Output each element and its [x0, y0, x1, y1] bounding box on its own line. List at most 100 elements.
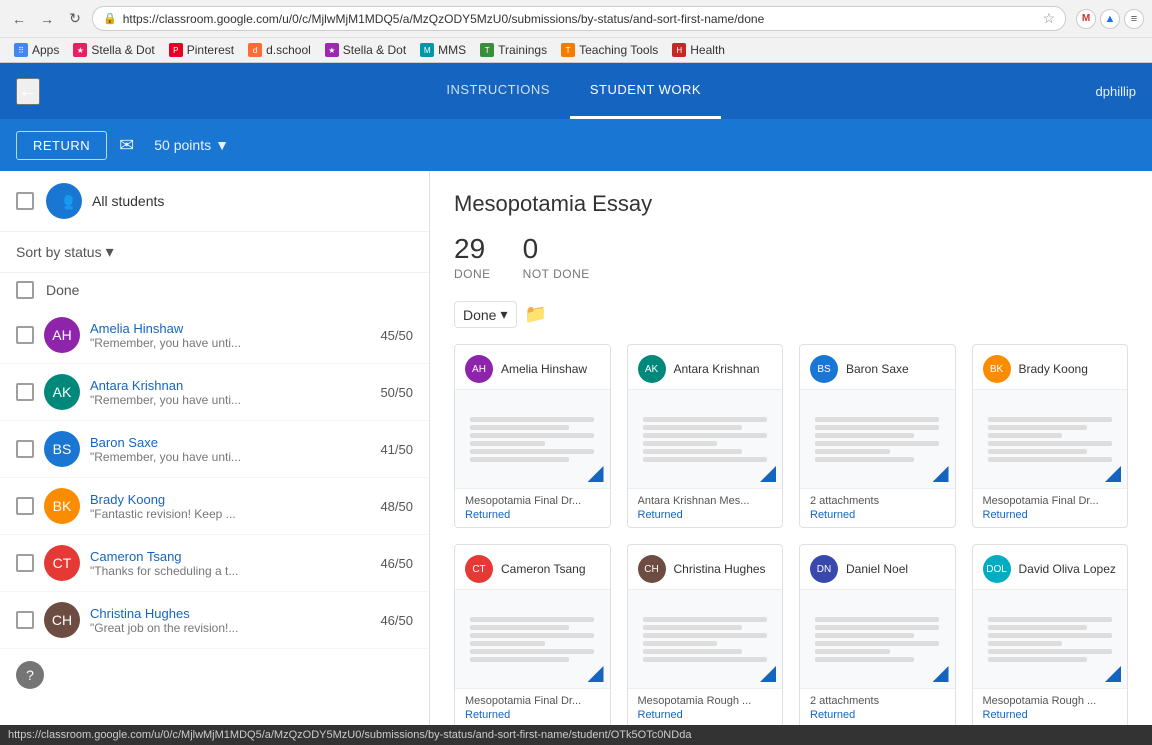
doc-line [643, 425, 742, 430]
submission-card-1[interactable]: AK Antara Krishnan Ant [627, 344, 784, 528]
bookmark-health-label: Health [690, 43, 725, 57]
sort-dropdown-icon[interactable]: ▾ [106, 242, 114, 262]
trainings-icon: T [480, 43, 494, 57]
student-name-0[interactable]: Amelia Hinshaw [90, 321, 183, 336]
corner-tag-4 [588, 666, 604, 682]
back-button[interactable]: ← [8, 8, 30, 30]
student-checkbox-0[interactable] [16, 326, 34, 344]
student-name-4[interactable]: Cameron Tsang [90, 549, 182, 564]
points-info: 50 points ▼ [154, 137, 229, 153]
student-row[interactable]: BS Baron Saxe "Remember, you have unti..… [0, 421, 429, 478]
student-row[interactable]: CH Christina Hughes "Great job on the re… [0, 592, 429, 649]
address-bar[interactable]: 🔒 https://classroom.google.com/u/0/c/Mjl… [92, 6, 1066, 31]
forward-button[interactable]: → [36, 8, 58, 30]
doc-line [988, 649, 1112, 654]
bookmark-health[interactable]: H Health [666, 41, 731, 59]
bookmark-star-icon[interactable]: ☆ [1042, 10, 1055, 27]
card-status-3: Returned [983, 509, 1118, 521]
doc-line [643, 625, 742, 630]
corner-tag-6 [933, 666, 949, 682]
student-checkbox-4[interactable] [16, 554, 34, 572]
student-comment-3: "Fantastic revision! Keep ... [90, 507, 372, 521]
card-student-name-2: Baron Saxe [846, 362, 909, 376]
doc-line [815, 649, 889, 654]
bookmark-mms[interactable]: M MMS [414, 41, 472, 59]
student-row[interactable]: AK Antara Krishnan "Remember, you have u… [0, 364, 429, 421]
student-comment-4: "Thanks for scheduling a t... [90, 564, 372, 578]
doc-line [988, 617, 1112, 622]
submission-card-7[interactable]: DOL David Oliva Lopez [972, 544, 1129, 725]
student-info-0: Amelia Hinshaw "Remember, you have unti.… [90, 321, 372, 350]
app-header: ← INSTRUCTIONS STUDENT WORK dphillip [0, 63, 1152, 119]
bookmark-trainings[interactable]: T Trainings [474, 41, 553, 59]
points-dropdown-icon[interactable]: ▼ [215, 137, 229, 153]
email-button[interactable]: ✉ [119, 135, 134, 156]
card-student-name-4: Cameron Tsang [501, 562, 586, 576]
nav-instructions[interactable]: INSTRUCTIONS [426, 63, 570, 119]
doc-line [988, 633, 1112, 638]
student-name-5[interactable]: Christina Hughes [90, 606, 190, 621]
folder-icon[interactable]: 📁 [525, 304, 547, 325]
card-header-1: AK Antara Krishnan [628, 345, 783, 389]
all-students-checkbox[interactable] [16, 192, 34, 210]
student-info-4: Cameron Tsang "Thanks for scheduling a t… [90, 549, 372, 578]
bookmark-dschool[interactable]: d d.school [242, 41, 317, 59]
student-checkbox-3[interactable] [16, 497, 34, 515]
submission-card-2[interactable]: BS Baron Saxe 2 attach [799, 344, 956, 528]
bookmark-stella1[interactable]: ★ Stella & Dot [67, 41, 160, 59]
doc-line [470, 417, 594, 422]
student-checkbox-5[interactable] [16, 611, 34, 629]
student-name-3[interactable]: Brady Koong [90, 492, 165, 507]
student-name-2[interactable]: Baron Saxe [90, 435, 158, 450]
card-status-6: Returned [810, 709, 945, 721]
nav-student-work[interactable]: STUDENT WORK [570, 63, 721, 119]
reload-button[interactable]: ↻ [64, 8, 86, 30]
gmail-icon[interactable]: M [1076, 9, 1096, 29]
status-url: https://classroom.google.com/u/0/c/MjlwM… [8, 729, 691, 741]
doc-line [815, 441, 939, 446]
back-to-classwork-button[interactable]: ← [16, 78, 40, 105]
student-row[interactable]: BK Brady Koong "Fantastic revision! Keep… [0, 478, 429, 535]
bookmark-teaching-label: Teaching Tools [579, 43, 658, 57]
bookmarks-bar: ⠿ Apps ★ Stella & Dot P Pinterest d d.sc… [0, 37, 1152, 62]
card-avatar-6: DN [810, 555, 838, 583]
student-checkbox-2[interactable] [16, 440, 34, 458]
return-button[interactable]: RETURN [16, 131, 107, 160]
card-avatar-0: AH [465, 355, 493, 383]
card-header-6: DN Daniel Noel [800, 545, 955, 589]
card-filename-7: Mesopotamia Rough ... [983, 695, 1118, 707]
submission-card-5[interactable]: CH Christina Hughes Me [627, 544, 784, 725]
done-section-label: Done [46, 282, 79, 298]
done-label: DONE [454, 267, 491, 281]
help-button[interactable]: ? [16, 661, 44, 689]
card-footer-0: Mesopotamia Final Dr... Returned [455, 489, 610, 527]
card-footer-2: 2 attachments Returned [800, 489, 955, 527]
card-header-3: BK Brady Koong [973, 345, 1128, 389]
student-row[interactable]: CT Cameron Tsang "Thanks for scheduling … [0, 535, 429, 592]
done-section-checkbox[interactable] [16, 281, 34, 299]
extensions-icon[interactable]: ≡ [1124, 9, 1144, 29]
doc-line [643, 433, 767, 438]
submission-card-6[interactable]: DN Daniel Noel 2 attac [799, 544, 956, 725]
submission-card-4[interactable]: CT Cameron Tsang Mesop [454, 544, 611, 725]
bookmark-teaching[interactable]: T Teaching Tools [555, 41, 664, 59]
card-preview-6 [800, 589, 955, 689]
student-name-1[interactable]: Antara Krishnan [90, 378, 183, 393]
card-student-name-7: David Oliva Lopez [1019, 562, 1116, 576]
bookmark-stella2[interactable]: ★ Stella & Dot [319, 41, 412, 59]
student-info-1: Antara Krishnan "Remember, you have unti… [90, 378, 372, 407]
browser-icons: M ▲ ≡ [1076, 9, 1144, 29]
bookmark-apps[interactable]: ⠿ Apps [8, 41, 65, 59]
student-comment-0: "Remember, you have unti... [90, 336, 372, 350]
done-dropdown[interactable]: Done ▾ [454, 301, 517, 328]
submission-card-3[interactable]: BK Brady Koong Mesopot [972, 344, 1129, 528]
drive-icon[interactable]: ▲ [1100, 9, 1120, 29]
sidebar: 👥 All students Sort by status ▾ Done AH … [0, 171, 430, 725]
doc-line [988, 417, 1112, 422]
student-checkbox-1[interactable] [16, 383, 34, 401]
student-row[interactable]: AH Amelia Hinshaw "Remember, you have un… [0, 307, 429, 364]
submission-card-0[interactable]: AH Amelia Hinshaw Meso [454, 344, 611, 528]
submissions-grid: AH Amelia Hinshaw Meso [454, 344, 1128, 725]
bookmark-pinterest[interactable]: P Pinterest [163, 41, 240, 59]
student-score-0: 45/50 [380, 328, 413, 343]
